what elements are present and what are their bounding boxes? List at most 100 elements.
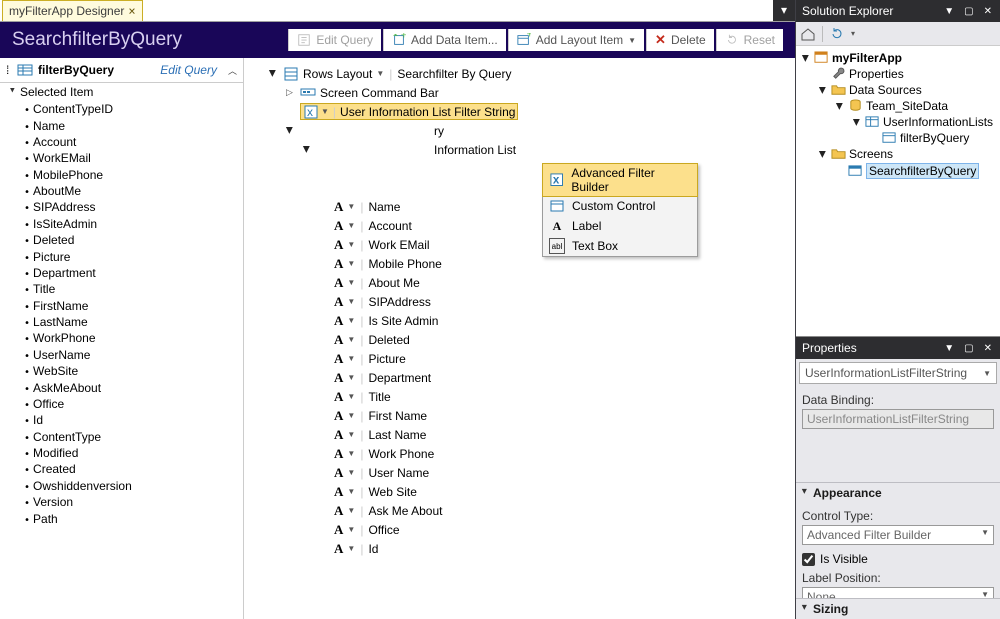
- field-node[interactable]: A▼|Web Site: [266, 482, 795, 501]
- chevron-down-icon[interactable]: ▼: [347, 240, 355, 249]
- data-item[interactable]: •WorkEMail: [6, 150, 243, 166]
- data-item[interactable]: •Created: [6, 461, 243, 477]
- data-item[interactable]: •ContentType: [6, 429, 243, 445]
- app-node[interactable]: ▶ myFilterApp: [800, 50, 998, 66]
- filter-by-query-node[interactable]: filterByQuery: [800, 130, 998, 146]
- close-icon[interactable]: ✕: [982, 343, 994, 354]
- data-item[interactable]: •LastName: [6, 314, 243, 330]
- tab-dropdown[interactable]: ▾: [773, 0, 795, 21]
- tab-designer[interactable]: myFilterApp Designer ×: [2, 0, 143, 21]
- caret-icon[interactable]: ▶: [817, 149, 828, 160]
- caret-icon[interactable]: ▶: [301, 143, 312, 156]
- chevron-down-icon[interactable]: ▼: [347, 373, 355, 382]
- chevron-down-icon[interactable]: ▼: [347, 468, 355, 477]
- add-data-item-button[interactable]: + Add Data Item...: [383, 29, 506, 51]
- data-item[interactable]: •Id: [6, 412, 243, 428]
- field-node[interactable]: A▼|Mobile Phone: [266, 254, 795, 273]
- field-node[interactable]: A▼|Name: [266, 197, 795, 216]
- menu-item-custom-control[interactable]: Custom Control: [543, 196, 697, 216]
- caret-icon[interactable]: ▶: [267, 67, 278, 80]
- screen-command-bar-node[interactable]: ▷ Screen Command Bar: [266, 83, 795, 102]
- chevron-down-icon[interactable]: ▼: [347, 354, 355, 363]
- edit-query-button[interactable]: Edit Query: [288, 29, 381, 51]
- menu-item-label[interactable]: A Label: [543, 216, 697, 236]
- field-node[interactable]: A▼|About Me: [266, 273, 795, 292]
- user-information-list-node[interactable]: ▶ Information List: [266, 140, 795, 159]
- filter-by-query-node[interactable]: ▶ ry: [266, 121, 795, 140]
- chevron-down-icon[interactable]: ▼: [347, 259, 355, 268]
- caret-icon[interactable]: ▶: [284, 124, 295, 137]
- add-layout-item-button[interactable]: + Add Layout Item ▼: [508, 29, 644, 51]
- field-node[interactable]: A▼|Ask Me About: [266, 501, 795, 520]
- layout-tree[interactable]: ▶ Rows Layout ▼ | Searchfilter By Query …: [244, 58, 795, 619]
- menu-item-text-box[interactable]: abl Text Box: [543, 236, 697, 256]
- chevron-down-icon[interactable]: ▼: [347, 487, 355, 496]
- data-item[interactable]: •IsSiteAdmin: [6, 216, 243, 232]
- data-item[interactable]: •Title: [6, 281, 243, 297]
- chevron-down-icon[interactable]: ▼: [347, 525, 355, 534]
- user-info-lists-node[interactable]: ▶ UserInformationLists: [800, 114, 998, 130]
- dropdown-icon[interactable]: ▼: [942, 6, 956, 17]
- data-item[interactable]: •FirstName: [6, 298, 243, 314]
- caret-icon[interactable]: ▶: [834, 101, 845, 112]
- data-item[interactable]: •Modified: [6, 445, 243, 461]
- dropdown-icon[interactable]: ▼: [942, 343, 956, 354]
- chevron-down-icon[interactable]: ▼: [376, 69, 384, 78]
- data-items-list[interactable]: ▸ Selected Item •ContentTypeID•Name•Acco…: [0, 83, 243, 619]
- properties-object-selector[interactable]: UserInformationListFilterString ▼: [799, 362, 997, 384]
- filter-string-node[interactable]: ▶ x ▼ | User Information List Filter Str…: [266, 102, 795, 121]
- home-icon[interactable]: [800, 26, 816, 42]
- data-item[interactable]: •Name: [6, 117, 243, 133]
- chevron-down-icon[interactable]: ▼: [347, 544, 355, 553]
- chevron-down-icon[interactable]: ▼: [347, 202, 355, 211]
- data-item[interactable]: •Department: [6, 265, 243, 281]
- field-node[interactable]: A▼|Last Name: [266, 425, 795, 444]
- field-node[interactable]: A▼|Deleted: [266, 330, 795, 349]
- field-node[interactable]: A▼|Id: [266, 539, 795, 558]
- pin-icon[interactable]: ▢: [962, 343, 975, 354]
- data-item[interactable]: •WebSite: [6, 363, 243, 379]
- field-node[interactable]: A▼|User Name: [266, 463, 795, 482]
- chevron-down-icon[interactable]: ▼: [347, 430, 355, 439]
- rows-layout-node[interactable]: ▶ Rows Layout ▼ | Searchfilter By Query: [266, 64, 795, 83]
- field-node[interactable]: A▼|Account: [266, 216, 795, 235]
- data-item[interactable]: •AboutMe: [6, 183, 243, 199]
- chevron-down-icon[interactable]: ▼: [347, 335, 355, 344]
- data-item[interactable]: •Version: [6, 494, 243, 510]
- appearance-section[interactable]: ▸ Appearance: [796, 482, 1000, 503]
- field-node[interactable]: A▼|Office: [266, 520, 795, 539]
- data-item[interactable]: •Office: [6, 396, 243, 412]
- chevron-down-icon[interactable]: ▼: [321, 107, 329, 116]
- caret-icon[interactable]: ▶: [800, 53, 811, 64]
- control-type-menu[interactable]: x Advanced Filter Builder Custom Control…: [542, 163, 698, 257]
- chevron-down-icon[interactable]: ▼: [347, 297, 355, 306]
- data-item[interactable]: •Account: [6, 134, 243, 150]
- edit-query-link[interactable]: Edit Query: [160, 63, 217, 77]
- label-position-select[interactable]: None ▼: [802, 587, 994, 598]
- selected-item-header[interactable]: ▸ Selected Item: [6, 83, 243, 101]
- field-node[interactable]: A▼|SIPAddress: [266, 292, 795, 311]
- chevron-down-icon[interactable]: ▼: [347, 316, 355, 325]
- properties-node[interactable]: Properties: [800, 66, 998, 82]
- chevron-down-icon[interactable]: ▼: [347, 411, 355, 420]
- reset-button[interactable]: Reset: [716, 29, 783, 51]
- data-sources-node[interactable]: ▶ Data Sources: [800, 82, 998, 98]
- pin-icon[interactable]: ▢: [962, 6, 975, 17]
- sizing-section[interactable]: ▸ Sizing: [796, 598, 1000, 619]
- delete-button[interactable]: ✕ Delete: [646, 29, 714, 51]
- chevron-down-icon[interactable]: ▼: [347, 392, 355, 401]
- chevron-down-icon[interactable]: ▼: [347, 506, 355, 515]
- chevron-down-icon[interactable]: ▼: [347, 221, 355, 230]
- field-node[interactable]: A▼|Work Phone: [266, 444, 795, 463]
- chevron-up-icon[interactable]: ︿: [228, 64, 237, 77]
- field-node[interactable]: A▼|Picture: [266, 349, 795, 368]
- screens-node[interactable]: ▶ Screens: [800, 146, 998, 162]
- chevron-down-icon[interactable]: ▼: [347, 449, 355, 458]
- data-item[interactable]: •Deleted: [6, 232, 243, 248]
- caret-icon[interactable]: ▷: [283, 87, 296, 98]
- menu-item-advanced-filter[interactable]: x Advanced Filter Builder: [542, 163, 698, 197]
- field-node[interactable]: A▼|Title: [266, 387, 795, 406]
- data-item[interactable]: •UserName: [6, 347, 243, 363]
- field-node[interactable]: A▼|Is Site Admin: [266, 311, 795, 330]
- data-item[interactable]: •AskMeAbout: [6, 379, 243, 395]
